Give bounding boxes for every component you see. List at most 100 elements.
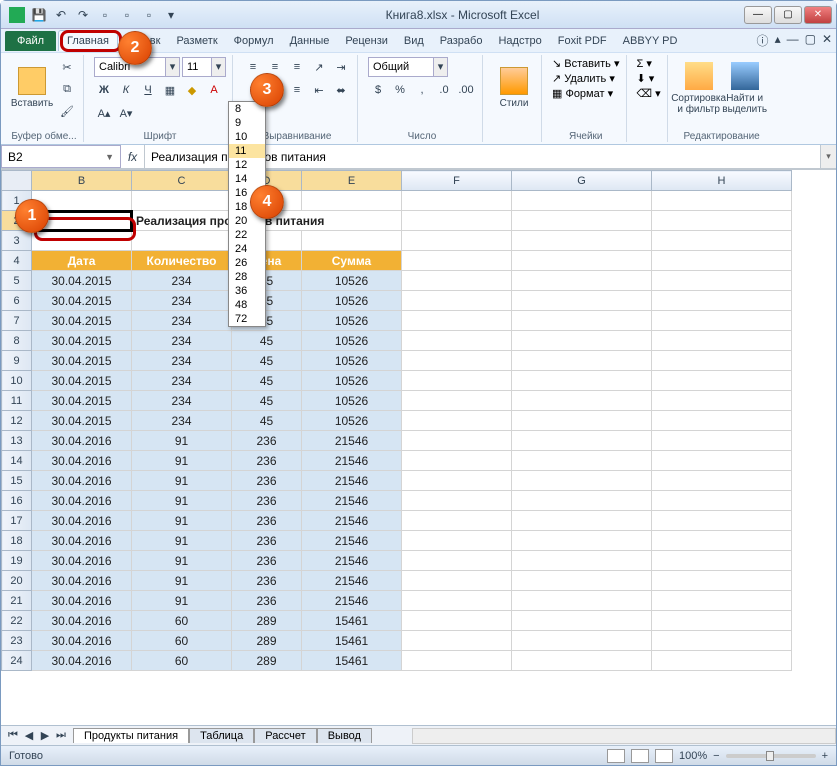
cell[interactable]: [402, 571, 512, 591]
cell[interactable]: 30.04.2016: [32, 651, 132, 671]
cell[interactable]: 21546: [302, 471, 402, 491]
cell[interactable]: [402, 591, 512, 611]
cell[interactable]: [402, 631, 512, 651]
name-box[interactable]: B2 ▼: [1, 145, 121, 168]
row-header[interactable]: 22: [2, 611, 32, 631]
cell[interactable]: [512, 491, 652, 511]
fx-button[interactable]: fx: [121, 145, 145, 168]
undo-button[interactable]: ↶: [51, 5, 71, 25]
ribbon-tab[interactable]: Рецензи: [337, 31, 396, 51]
font-size-option[interactable]: 36: [229, 284, 265, 298]
autosum-button[interactable]: Σ ▾: [637, 57, 652, 70]
cell[interactable]: [512, 391, 652, 411]
cell[interactable]: [402, 611, 512, 631]
name-box-dropdown-icon[interactable]: ▼: [105, 152, 114, 162]
close-button[interactable]: ✕: [804, 6, 832, 24]
delete-cells-button[interactable]: ↗ Удалить ▾: [552, 72, 615, 85]
cell[interactable]: [512, 331, 652, 351]
cell[interactable]: 234: [132, 371, 232, 391]
cell[interactable]: 21546: [302, 491, 402, 511]
ribbon-tab[interactable]: Надстро: [490, 31, 549, 51]
cell[interactable]: [402, 371, 512, 391]
styles-button[interactable]: Стили: [493, 57, 535, 119]
zoom-slider[interactable]: [726, 754, 816, 758]
cell[interactable]: [402, 231, 512, 251]
cell[interactable]: 30.04.2016: [32, 571, 132, 591]
cell[interactable]: [652, 551, 792, 571]
cell[interactable]: [512, 371, 652, 391]
font-size-option[interactable]: 24: [229, 242, 265, 256]
column-header[interactable]: B: [32, 171, 132, 191]
font-size-option[interactable]: 10: [229, 130, 265, 144]
table-header-cell[interactable]: Количество: [132, 251, 232, 271]
cell[interactable]: 10526: [302, 371, 402, 391]
save-button[interactable]: 💾: [29, 5, 49, 25]
font-size-option[interactable]: 11: [229, 144, 265, 158]
cell[interactable]: [652, 311, 792, 331]
cell[interactable]: 30.04.2015: [32, 331, 132, 351]
italic-button[interactable]: К: [116, 80, 136, 100]
cell[interactable]: [512, 431, 652, 451]
cell[interactable]: 60: [132, 651, 232, 671]
qat-dropdown[interactable]: ▾: [161, 5, 181, 25]
cell[interactable]: [402, 511, 512, 531]
cell[interactable]: [402, 651, 512, 671]
table-header-cell[interactable]: Сумма: [302, 251, 402, 271]
format-cells-button[interactable]: ▦ Формат ▾: [552, 87, 613, 100]
cell[interactable]: [402, 431, 512, 451]
cell[interactable]: [652, 511, 792, 531]
cell[interactable]: 10526: [302, 391, 402, 411]
cell[interactable]: [652, 431, 792, 451]
row-header[interactable]: 6: [2, 291, 32, 311]
cell[interactable]: [652, 211, 792, 231]
ribbon-tab[interactable]: Главная: [58, 30, 118, 51]
font-size-option[interactable]: 9: [229, 116, 265, 130]
number-format-combo[interactable]: Общий▾: [368, 57, 448, 77]
cell[interactable]: 15461: [302, 651, 402, 671]
cell[interactable]: [512, 291, 652, 311]
align-right-button[interactable]: ≡: [287, 80, 307, 100]
cell[interactable]: 91: [132, 591, 232, 611]
row-header[interactable]: 17: [2, 511, 32, 531]
expand-formula-icon[interactable]: ▾: [820, 145, 836, 168]
cell[interactable]: 91: [132, 431, 232, 451]
cell[interactable]: [512, 531, 652, 551]
sheet-tab[interactable]: Таблица: [189, 728, 254, 743]
cell[interactable]: [512, 471, 652, 491]
ribbon-tab[interactable]: Формул: [226, 31, 282, 51]
row-header[interactable]: 7: [2, 311, 32, 331]
cell[interactable]: [402, 291, 512, 311]
cell[interactable]: [652, 371, 792, 391]
merge-button[interactable]: ⬌: [331, 80, 351, 100]
row-header[interactable]: 15: [2, 471, 32, 491]
row-header[interactable]: 14: [2, 451, 32, 471]
zoom-label[interactable]: 100%: [679, 750, 707, 762]
cell[interactable]: [512, 311, 652, 331]
row-header[interactable]: 12: [2, 411, 32, 431]
cell[interactable]: 236: [232, 431, 302, 451]
copy-button[interactable]: ⧉: [57, 79, 77, 99]
cell[interactable]: [512, 571, 652, 591]
table-header-cell[interactable]: Дата: [32, 251, 132, 271]
cell[interactable]: 30.04.2016: [32, 491, 132, 511]
cell[interactable]: 91: [132, 531, 232, 551]
grow-font-button[interactable]: A▴: [94, 103, 114, 123]
cell[interactable]: 234: [132, 311, 232, 331]
cell[interactable]: 30.04.2016: [32, 431, 132, 451]
cell[interactable]: 234: [132, 271, 232, 291]
column-header[interactable]: F: [402, 171, 512, 191]
cell[interactable]: 236: [232, 471, 302, 491]
cell[interactable]: [402, 211, 512, 231]
ribbon-tab[interactable]: Разметк: [168, 31, 225, 51]
cell[interactable]: [402, 331, 512, 351]
currency-button[interactable]: $: [368, 80, 388, 100]
cell[interactable]: [132, 191, 232, 211]
font-size-option[interactable]: 22: [229, 228, 265, 242]
decrease-indent-button[interactable]: ⇤: [309, 80, 329, 100]
cell[interactable]: 10526: [302, 311, 402, 331]
cell[interactable]: 236: [232, 551, 302, 571]
wb-restore-icon[interactable]: ▢: [805, 32, 816, 49]
cell[interactable]: 91: [132, 511, 232, 531]
cell[interactable]: [402, 531, 512, 551]
cell[interactable]: 21546: [302, 551, 402, 571]
